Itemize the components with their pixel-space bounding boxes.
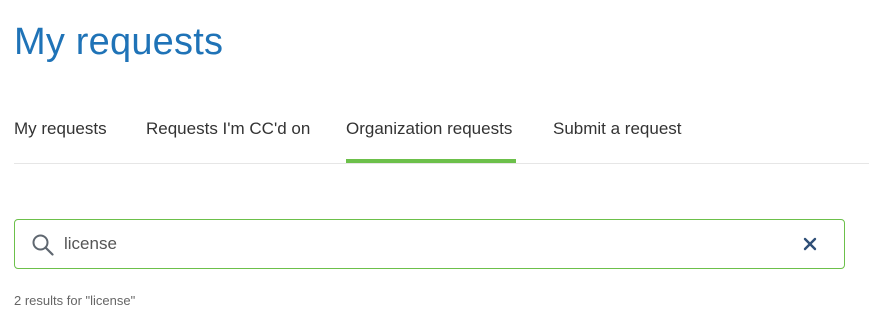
tab-organization-requests[interactable]: Organization requests bbox=[346, 108, 516, 163]
request-tabs: My requests Requests I'm CC'd on Organiz… bbox=[14, 108, 869, 164]
search-input[interactable] bbox=[64, 229, 764, 259]
tab-submit-request[interactable]: Submit a request bbox=[553, 108, 682, 163]
search-icon bbox=[31, 233, 55, 257]
page-title: My requests bbox=[14, 21, 224, 63]
tab-my-requests[interactable]: My requests bbox=[14, 108, 107, 163]
search-box bbox=[14, 219, 845, 269]
tab-requests-cc[interactable]: Requests I'm CC'd on bbox=[146, 108, 310, 163]
results-summary: 2 results for "license" bbox=[14, 293, 136, 308]
close-icon[interactable] bbox=[802, 236, 818, 252]
